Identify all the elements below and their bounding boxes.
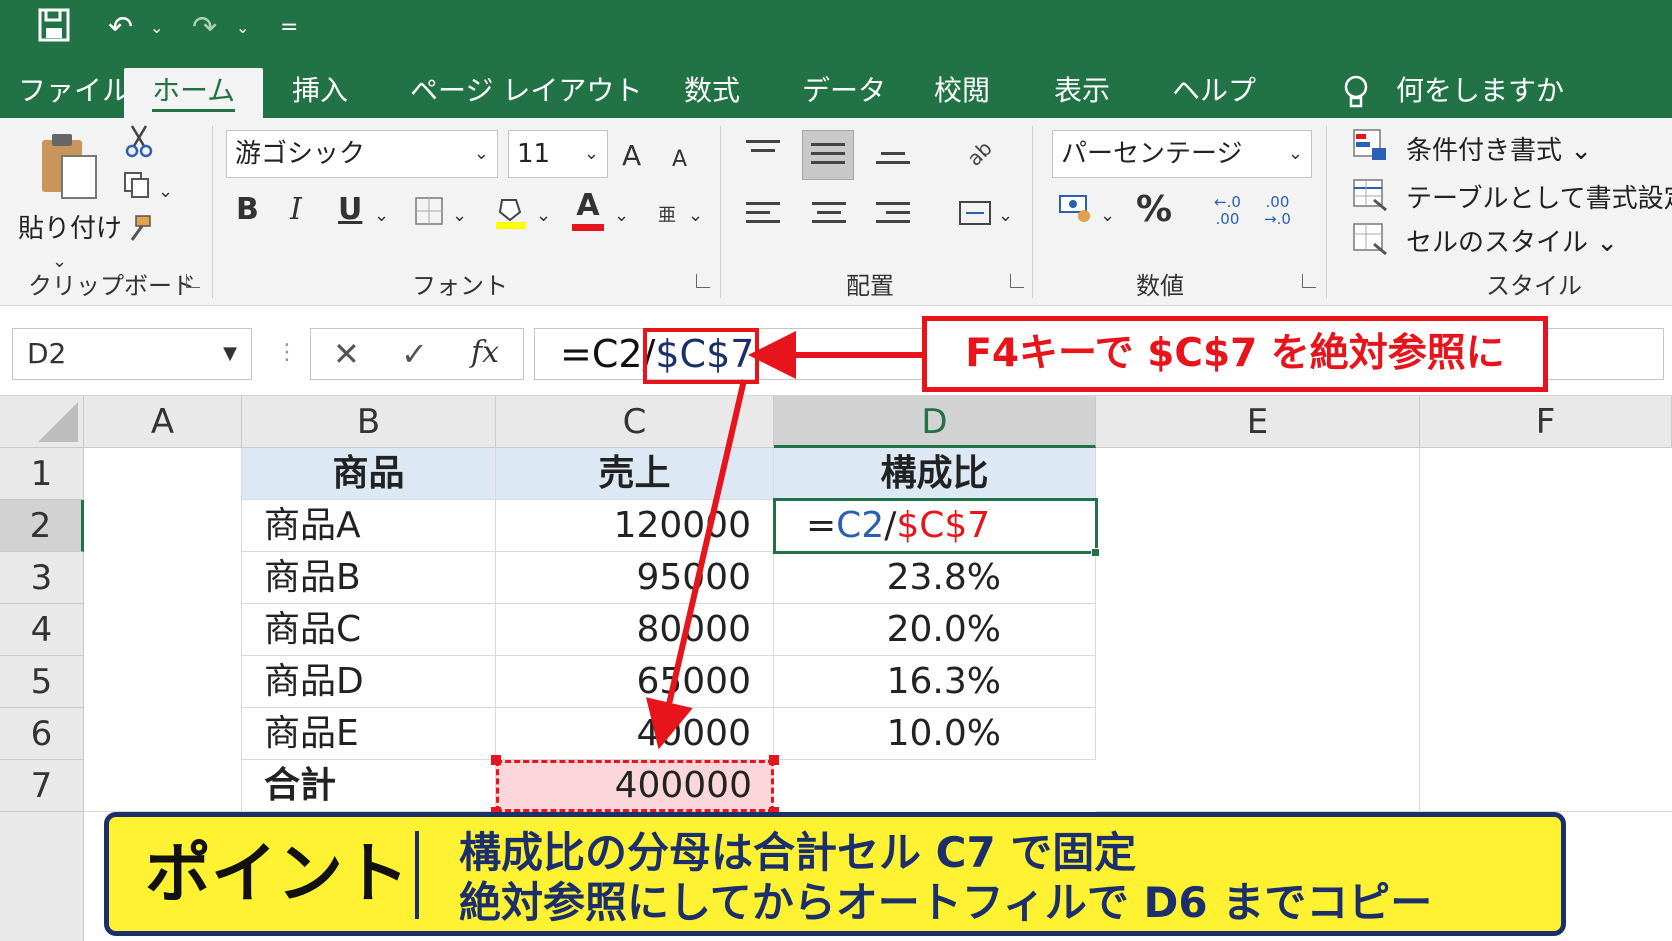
arrow-to-c7 <box>646 379 747 750</box>
point-box: ポイント 構成比の分母は合計セル C7 で固定 絶対参照にしてからオートフィルで… <box>104 812 1566 936</box>
point-divider <box>415 831 419 919</box>
point-line-1: 構成比の分母は合計セル C7 で固定 <box>459 828 1137 877</box>
f4-callout: F4キーで $C$7 を絶対参照に <box>922 316 1548 392</box>
point-line-2: 絶対参照にしてからオートフィルで D6 までコピー <box>459 878 1433 927</box>
annotation-arrows <box>646 331 922 750</box>
point-title: ポイント <box>145 835 409 912</box>
excel-window: ↶ ⌄ ↷ ⌄ = ファイル ホーム 挿入 ページ レイアウト 数式 データ 校… <box>0 0 1672 941</box>
